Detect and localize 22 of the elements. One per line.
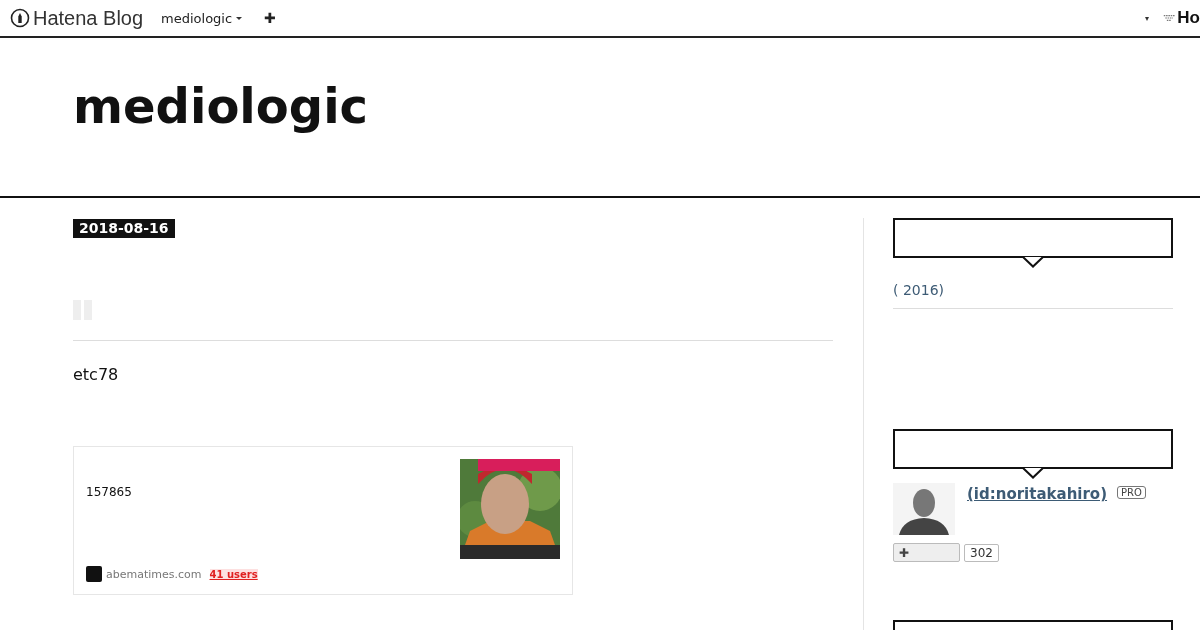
link-card[interactable]: 157865 abematimes.com 41 users — [73, 446, 573, 595]
card-title[interactable]: 157865 — [86, 485, 132, 559]
pointer-icon — [1022, 467, 1044, 479]
logo-link[interactable]: Hatena Blog — [10, 6, 144, 30]
subscribe-button[interactable]: ✚ — [893, 543, 960, 562]
archive-link[interactable]: ( 2016) — [893, 282, 1173, 309]
brand-link[interactable]: Ho — [1163, 8, 1200, 28]
site-icon — [86, 566, 102, 582]
site-link[interactable]: abematimes.com — [106, 567, 202, 581]
entry-date[interactable]: 2018-08-16 — [73, 219, 175, 238]
subscriber-count: 302 — [964, 543, 999, 562]
lines-icon — [1163, 13, 1176, 23]
dropdown-button[interactable]: ▾ — [1145, 13, 1149, 23]
blog-title[interactable]: mediologic — [73, 78, 369, 134]
add-button[interactable]: ✚ — [264, 10, 277, 26]
profile-id-link[interactable]: (id:noritakahiro) — [967, 485, 1108, 503]
entry-text: etc78 — [73, 365, 120, 384]
bookmark-users-link[interactable]: 41 users — [209, 568, 258, 580]
pro-badge: PRO — [1117, 486, 1146, 499]
pointer-icon — [1022, 256, 1044, 268]
caret-icon — [236, 16, 243, 20]
blog-menu[interactable]: mediologic — [161, 10, 243, 26]
